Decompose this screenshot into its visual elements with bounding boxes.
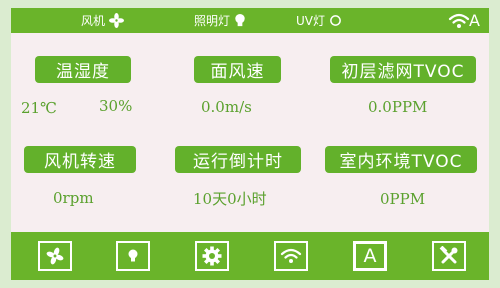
bulb-icon [235,13,245,27]
circle-icon [330,15,341,26]
fan-button[interactable] [38,241,72,271]
fan-status-label: 风机 [81,14,106,28]
fan-icon [109,13,125,28]
fan-speed-value: 0rpm [53,189,94,207]
wifi-status [444,8,470,33]
uv-status: UV灯 [296,8,342,33]
humidity-value: 30% [99,97,133,115]
temp-humidity-label: 温湿度 [35,56,131,83]
settings-button[interactable] [195,241,229,271]
auto-icon: A [363,245,377,267]
fan-speed-label: 风机转速 [24,146,136,173]
device-screen: 风机 照明灯 UV灯 A 温湿度 21℃ 30% 面风速 0.0m/s 初层滤网… [11,8,489,280]
tools-button[interactable] [432,241,466,271]
uv-status-label: UV灯 [296,14,325,28]
status-bar: 风机 照明灯 UV灯 A [11,8,489,33]
tvoc-indoor-label: 室内环境TVOC [325,146,477,173]
temperature-value: 21℃ [21,99,57,117]
countdown-value: 10天0小时 [193,190,267,208]
mode-indicator: A [469,11,480,30]
wind-speed-value: 0.0m/s [201,98,252,116]
light-status: 照明灯 [194,8,246,33]
tvoc-primary-label: 初层滤网TVOC [330,56,476,83]
wifi-icon [280,248,302,263]
light-button[interactable] [116,241,150,271]
fan-status: 风机 [81,8,125,33]
tools-icon [439,246,458,264]
wind-speed-label: 面风速 [194,56,281,83]
wifi-button[interactable] [274,241,308,271]
bulb-icon [128,249,138,262]
tvoc-indoor-value: 0PPM [380,190,426,208]
bottom-nav: A [11,232,489,280]
countdown-label: 运行倒计时 [175,146,301,173]
tvoc-primary-value: 0.0PPM [368,98,428,116]
wifi-icon [448,13,470,28]
fan-icon [46,247,64,265]
light-status-label: 照明灯 [194,14,231,28]
auto-mode-button[interactable]: A [353,241,387,271]
gear-icon [202,246,222,266]
